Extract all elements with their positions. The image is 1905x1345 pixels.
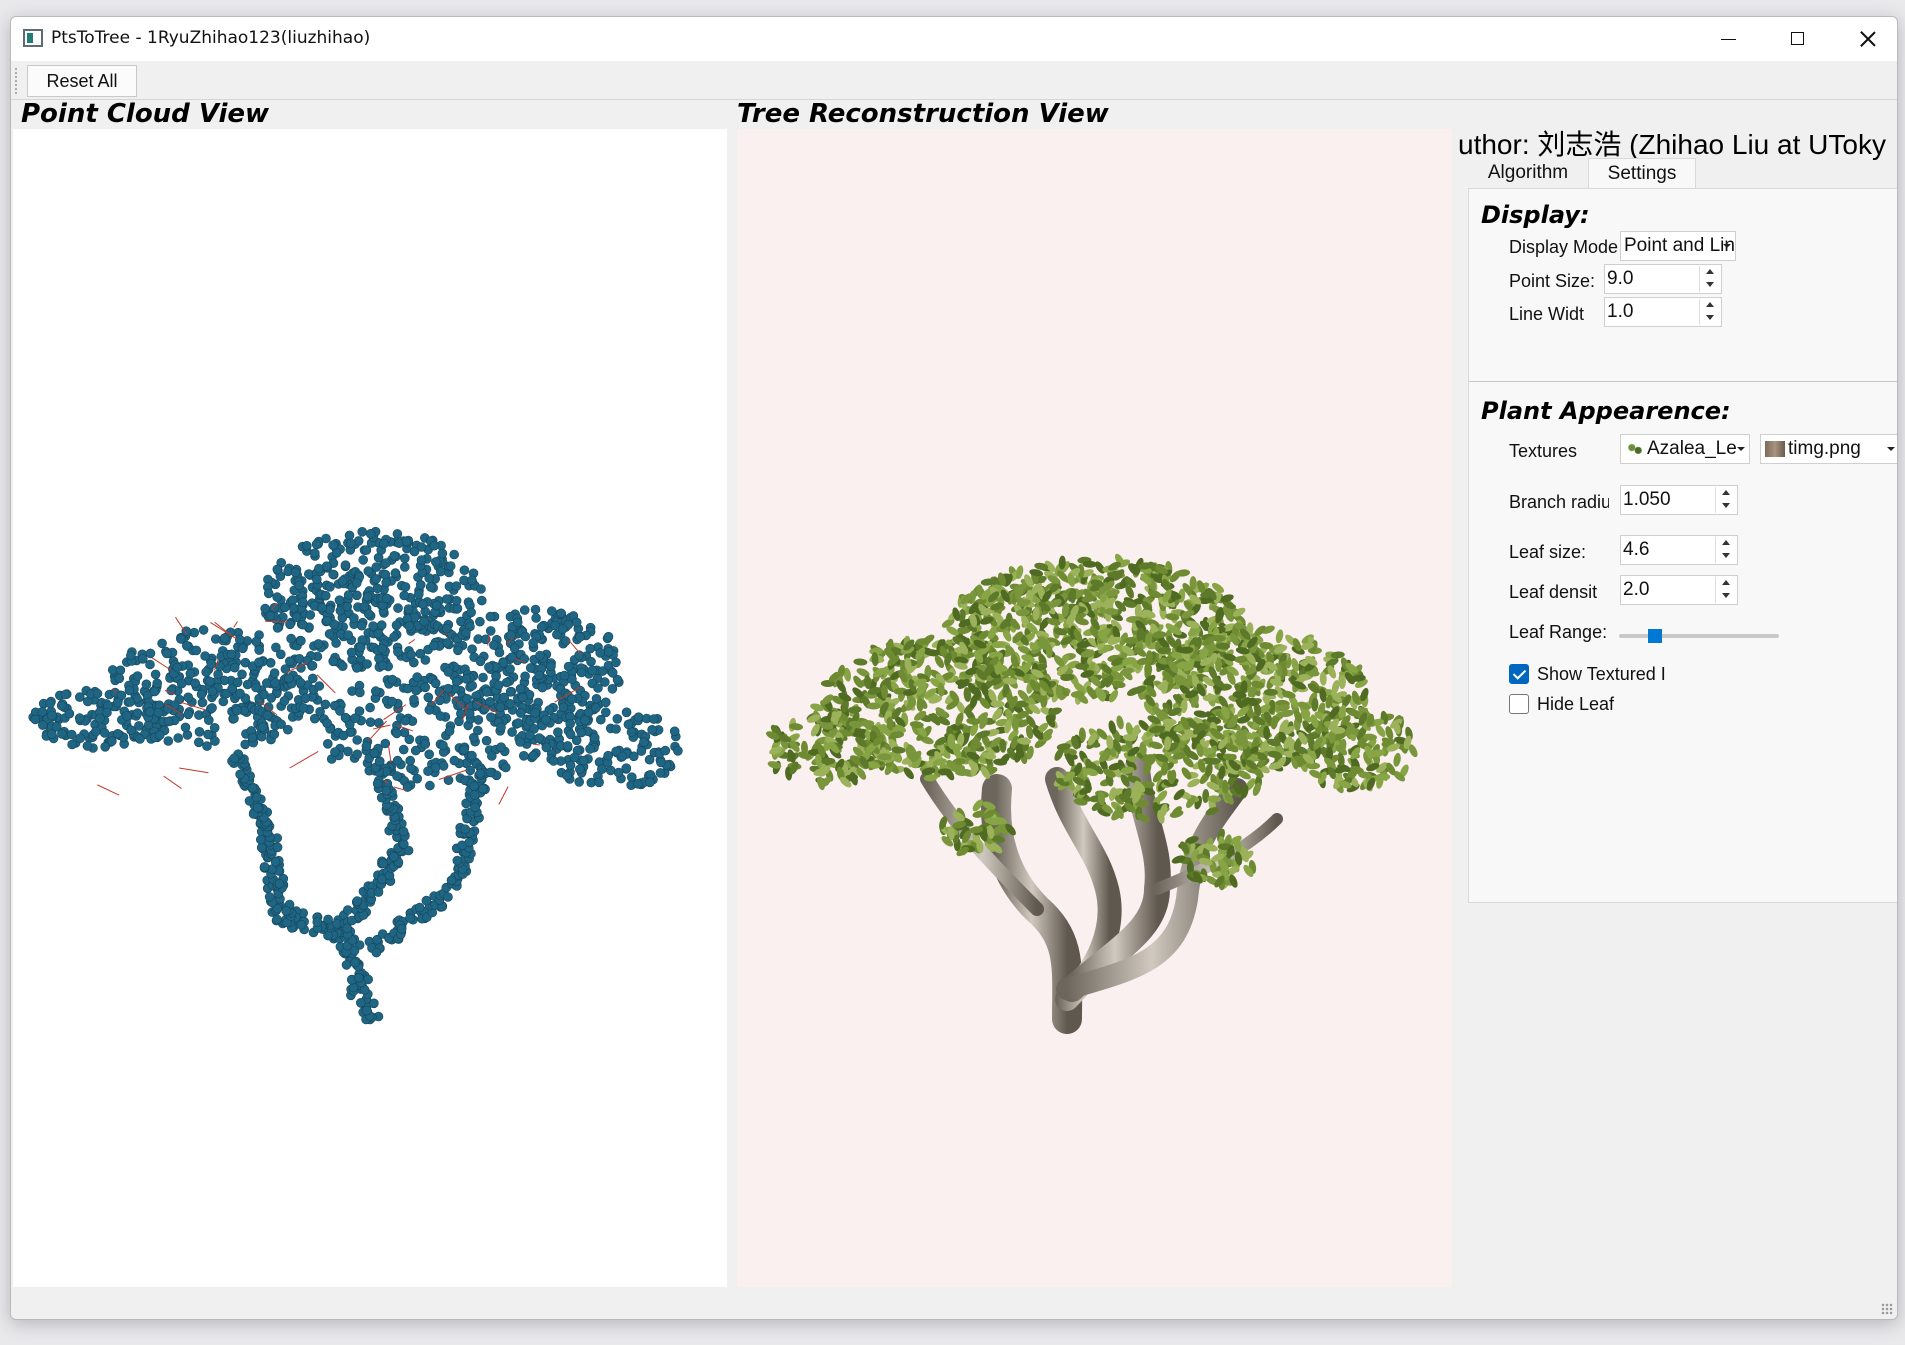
branch-radius-value: 1.050: [1623, 489, 1671, 510]
show-textured-checkbox[interactable]: [1509, 664, 1529, 684]
arrow-down-icon: [1722, 593, 1730, 598]
arrow-up-icon: [1722, 540, 1730, 545]
tree-reconstruction-viewport[interactable]: [737, 129, 1452, 1287]
hide-leaf-checkbox[interactable]: [1509, 694, 1529, 714]
point-size-value: 9.0: [1607, 268, 1634, 289]
arrow-up-icon: [1706, 269, 1714, 274]
arrow-up-icon: [1722, 580, 1730, 585]
line-width-value: 1.0: [1607, 301, 1634, 322]
plant-appearance-heading: Plant Appearence:: [1481, 397, 1731, 425]
arrow-down-icon: [1722, 503, 1730, 508]
leaf-texture-icon: [1627, 441, 1643, 456]
window-title: PtsToTree - 1RyuZhihao123(liuzhihao): [51, 28, 371, 48]
resize-grip-icon[interactable]: [1881, 1303, 1893, 1315]
leaf-range-label: Leaf Range:: [1509, 622, 1608, 642]
settings-panel: uthor: 刘志浩 (Zhihao Liu at UToky Algorith…: [1456, 101, 1897, 903]
maximize-button[interactable]: [1763, 17, 1833, 61]
leaf-range-slider[interactable]: [1619, 629, 1779, 643]
leaf-density-label: Leaf densit: [1509, 582, 1598, 602]
arrow-down-icon: [1722, 553, 1730, 558]
leaf-size-label: Leaf size:: [1509, 542, 1587, 562]
toolbar-grip-icon[interactable]: [15, 68, 20, 94]
leaf-size-spinbox[interactable]: 4.6: [1620, 535, 1738, 565]
minimize-button[interactable]: [1693, 17, 1763, 61]
point-cloud-render: [28, 526, 683, 1025]
settings-tab-body: Display: Display Mode Point and Line Poi…: [1468, 188, 1897, 903]
branch-radius-spinbox[interactable]: 1.050: [1620, 485, 1738, 515]
close-button[interactable]: [1833, 17, 1897, 61]
branch-radius-label: Branch radiu: [1509, 492, 1609, 512]
reset-all-button[interactable]: Reset All: [27, 65, 137, 97]
arrow-down-icon: [1706, 315, 1714, 320]
leaf-range-slider-handle[interactable]: [1648, 629, 1663, 643]
minimize-icon: [1721, 39, 1736, 40]
close-icon: [1860, 31, 1876, 47]
point-size-spinbox[interactable]: 9.0: [1604, 264, 1722, 294]
branch-radius-stepper[interactable]: [1715, 487, 1736, 513]
leaf-size-stepper[interactable]: [1715, 537, 1736, 563]
bark-texture-icon: [1765, 440, 1785, 457]
maximize-icon: [1791, 32, 1804, 45]
point-size-label: Point Size:: [1509, 271, 1596, 291]
section-divider: [1469, 381, 1897, 382]
line-width-label: Line Widt: [1509, 304, 1585, 324]
leaf-density-stepper[interactable]: [1715, 577, 1736, 603]
leaf-texture-value: Azalea_Le: [1647, 438, 1737, 459]
tree-render: [766, 553, 1418, 1034]
app-icon: [23, 29, 43, 47]
textures-label: Textures: [1509, 441, 1578, 461]
chevron-down-icon: [1723, 244, 1731, 248]
tab-settings[interactable]: Settings: [1588, 158, 1696, 189]
display-heading: Display:: [1481, 201, 1590, 229]
app-window: PtsToTree - 1RyuZhihao123(liuzhihao) Res…: [10, 16, 1898, 1320]
display-mode-value: Point and Line: [1624, 235, 1736, 256]
leaf-density-spinbox[interactable]: 2.0: [1620, 575, 1738, 605]
status-bar: [11, 1289, 1897, 1319]
tree-view-title: Tree Reconstruction View: [737, 99, 1109, 129]
toolbar: Reset All: [11, 61, 1897, 100]
chevron-down-icon: [1737, 447, 1745, 451]
leaf-density-value: 2.0: [1623, 579, 1650, 600]
show-textured-label: Show Textured I: [1537, 664, 1666, 684]
point-cloud-viewport[interactable]: [13, 129, 727, 1287]
chevron-down-icon: [1887, 447, 1895, 451]
leaf-size-value: 4.6: [1623, 539, 1650, 560]
leaf-texture-select[interactable]: Azalea_Le: [1620, 434, 1750, 464]
arrow-down-icon: [1706, 282, 1714, 287]
point-cloud-view-title: Point Cloud View: [21, 99, 270, 129]
point-size-stepper[interactable]: [1699, 266, 1720, 292]
arrow-up-icon: [1722, 490, 1730, 495]
tab-algorithm[interactable]: Algorithm: [1468, 158, 1588, 188]
title-bar[interactable]: PtsToTree - 1RyuZhihao123(liuzhihao): [11, 17, 1897, 61]
line-width-spinbox[interactable]: 1.0: [1604, 297, 1722, 327]
bark-texture-select[interactable]: timg.png: [1760, 434, 1897, 464]
point-cloud-points: [28, 526, 683, 1025]
author-label: uthor: 刘志浩 (Zhihao Liu at UToky: [1458, 129, 1886, 160]
display-mode-label: Display Mode: [1509, 237, 1619, 257]
line-width-stepper[interactable]: [1699, 299, 1720, 325]
arrow-up-icon: [1706, 302, 1714, 307]
hide-leaf-label: Hide Leaf: [1537, 694, 1615, 714]
bark-texture-value: timg.png: [1788, 438, 1861, 459]
display-mode-select[interactable]: Point and Line: [1620, 231, 1736, 261]
